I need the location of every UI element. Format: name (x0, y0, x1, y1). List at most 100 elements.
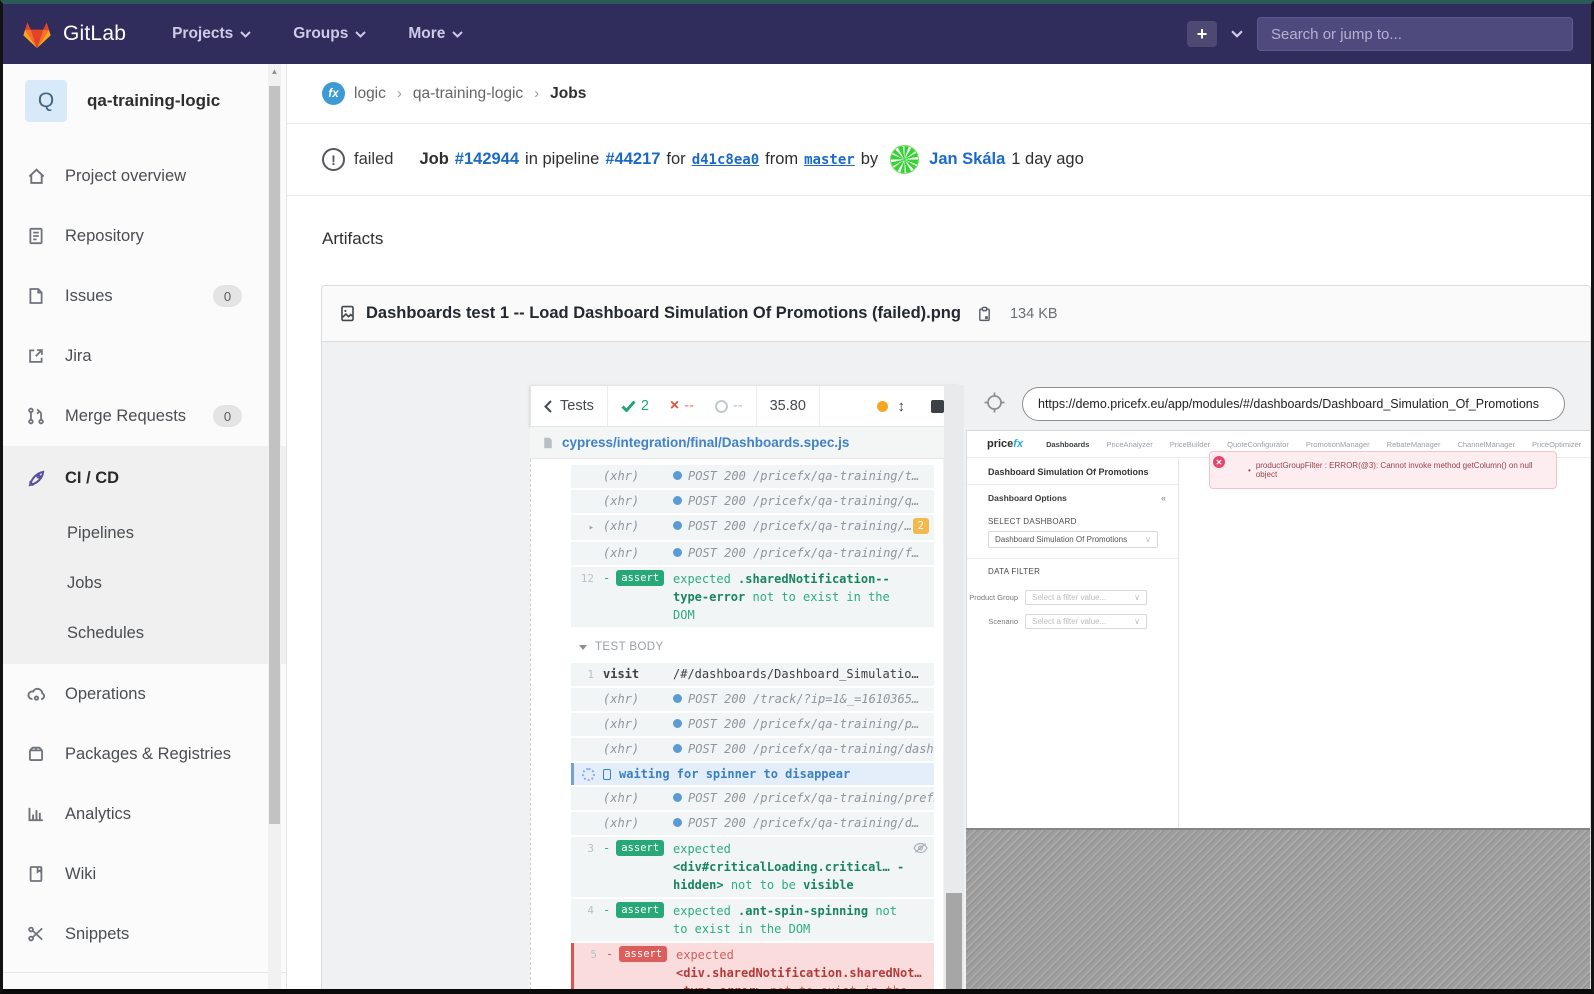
product-group-select[interactable]: Select a filter value... ∨ (1025, 590, 1147, 605)
xhr-dot-icon (673, 793, 682, 802)
chevron-down-icon[interactable] (1231, 30, 1243, 38)
sidebar-scrollbar[interactable]: ▲ (268, 64, 281, 989)
aut-scrollbar[interactable] (944, 385, 964, 989)
log-row-assert-pass[interactable]: 4 -assert expected .ant-spin-spinning no… (571, 899, 934, 941)
pipeline-id-link[interactable]: #44217 (605, 150, 660, 169)
artifact-file-name: Dashboards test 1 -- Load Dashboard Simu… (366, 304, 961, 323)
sidebar-item-pipelines[interactable]: Pipelines (3, 508, 286, 558)
log-row-xhr[interactable]: (xhr) POST 200 /pricefx/qa-training/q… (571, 490, 934, 513)
back-to-tests-button[interactable]: Tests (531, 386, 608, 426)
nav-groups[interactable]: Groups (293, 25, 366, 43)
log-row-xhr[interactable]: (xhr) POST 200 /pricefx/qa-training/p… (571, 713, 934, 736)
panel-collapse-icon[interactable]: « (1161, 493, 1166, 503)
scenario-label: Scenario (967, 617, 1025, 626)
nav-more[interactable]: More (408, 25, 463, 43)
chevron-down-icon (240, 31, 251, 38)
sidebar-item-ci-cd[interactable]: CI / CD (3, 448, 286, 508)
stop-button[interactable] (931, 400, 944, 413)
sidebar-item-schedules[interactable]: Schedules (3, 608, 286, 658)
job-status-row: ! failed Job #142944 in pipeline #44217 … (287, 124, 1591, 196)
home-icon (26, 167, 46, 186)
copy-clipboard-icon[interactable] (977, 306, 992, 322)
hidden-eye-icon (913, 842, 928, 854)
breadcrumb-current[interactable]: Jobs (550, 85, 586, 103)
author-link[interactable]: Jan Skála (929, 150, 1005, 169)
log-row-xhr-expandable[interactable]: ▸ (xhr) POST 200 /pricefx/qa-training/… … (571, 515, 934, 540)
sidebar-item-jobs[interactable]: Jobs (3, 558, 286, 608)
data-filter-label: DATA FILTER (967, 559, 1178, 581)
branch-link[interactable]: master (804, 152, 855, 168)
log-row-xhr[interactable]: (xhr) POST 200 /pricefx/qa-training/t… (571, 465, 934, 488)
gitlab-job-page: { "navbar": { "brand": "GitLab", "items"… (0, 0, 1594, 994)
sidebar-item-operations[interactable]: Operations (3, 664, 286, 724)
artifact-header: Dashboards test 1 -- Load Dashboard Simu… (322, 286, 1590, 342)
dashboard-select[interactable]: Dashboard Simulation Of Promotions ∨ (988, 531, 1158, 548)
app-under-test: pricefx Dashboards PriceAnalyzer PriceBu… (966, 430, 1590, 828)
chevron-down-icon (452, 31, 463, 38)
job-word: Job (419, 150, 448, 169)
breadcrumb: fx logic › qa-training-logic › Jobs (287, 64, 1591, 124)
log-row-assert-pass[interactable]: 12 -assert expected .sharedNotification-… (571, 567, 934, 627)
breadcrumb-group[interactable]: logic (354, 85, 386, 103)
log-row-xhr[interactable]: (xhr) POST 200 /pricefx/qa-training/d… (571, 812, 934, 835)
px-nav-rebatemanager[interactable]: RebateManager (1387, 440, 1441, 449)
sidebar-item-issues[interactable]: Issues 0 (3, 266, 286, 326)
px-nav-channelmanager[interactable]: ChannelManager (1457, 440, 1515, 449)
scroll-up-arrow[interactable]: ▲ (268, 64, 281, 79)
job-id-link[interactable]: #142944 (455, 150, 519, 169)
px-nav-dashboards[interactable]: Dashboards (1046, 440, 1089, 449)
scroll-updown-icon[interactable]: ↕ (898, 398, 906, 415)
px-nav-priceanalyzer[interactable]: PriceAnalyzer (1106, 440, 1152, 449)
selector-crosshair-icon[interactable] (984, 392, 1005, 413)
px-nav-priceoptimizer[interactable]: PriceOptimizer (1532, 440, 1581, 449)
sidebar-item-jira[interactable]: Jira (3, 326, 286, 386)
xhr-dot-icon (673, 694, 682, 703)
sidebar-item-wiki[interactable]: Wiki (3, 844, 286, 904)
aut-url-bar[interactable]: https://demo.pricefx.eu/app/modules/#/da… (1022, 387, 1565, 421)
sidebar-item-repository[interactable]: Repository (3, 206, 286, 266)
auto-scroll-indicator-icon[interactable] (877, 401, 888, 412)
breadcrumb-separator: › (397, 85, 402, 102)
log-row-xhr[interactable]: (xhr) POST 200 /pricefx/qa-training/f… (571, 542, 934, 565)
px-nav-pricebuilder[interactable]: PriceBuilder (1170, 440, 1210, 449)
sidebar-item-snippets[interactable]: Snippets (3, 904, 286, 964)
project-header[interactable]: Q qa-training-logic (3, 66, 286, 136)
log-row-assert-fail[interactable]: 5 -assert expected <div.sharedNotificati… (571, 943, 934, 989)
duplicate-count-badge: 2 (913, 518, 929, 534)
spec-file-link[interactable]: cypress/integration/final/Dashboards.spe… (562, 435, 849, 450)
log-row-xhr[interactable]: (xhr) POST 200 /pricefx/qa-training/dash… (571, 738, 934, 761)
assert-badge: assert (616, 570, 664, 586)
log-row-assert-pass[interactable]: 3 -assert expected <div#criticalLoading.… (571, 837, 934, 897)
sidebar-item-packages[interactable]: Packages & Registries (3, 724, 286, 784)
px-nav-quoteconfigurator[interactable]: QuoteConfigurator (1227, 440, 1289, 449)
error-close-icon[interactable]: ✕ (1213, 456, 1225, 468)
project-avatar: Q (25, 80, 67, 122)
ci-cd-section: CI / CD Pipelines Jobs Schedules (3, 446, 286, 664)
scenario-select[interactable]: Select a filter value... ∨ (1025, 614, 1147, 629)
cypress-toolbar: Tests 2 ×-- -- 35.80 (530, 385, 958, 427)
test-body-section-header[interactable]: TEST BODY (579, 641, 943, 653)
px-nav-promotionmanager[interactable]: PromotionManager (1306, 440, 1370, 449)
search-input[interactable] (1257, 17, 1573, 51)
log-row-xhr[interactable]: (xhr) POST 200 /pricefx/qa-training/pref… (571, 787, 934, 810)
log-row-xhr[interactable]: (xhr) POST 200 /track/?ip=1&_=1610365… (571, 688, 934, 711)
log-row-waiting-spinner[interactable]: waiting for spinner to disappear (571, 763, 934, 785)
external-link-icon (26, 347, 46, 365)
gitlab-brand[interactable]: GitLab (21, 19, 126, 49)
breadcrumb-separator: › (534, 85, 539, 102)
breadcrumb-project[interactable]: qa-training-logic (413, 85, 523, 103)
scrollbar-thumb[interactable] (269, 86, 280, 824)
sidebar-item-project-overview[interactable]: Project overview (3, 146, 286, 206)
author-avatar[interactable] (890, 145, 919, 174)
log-row-visit[interactable]: 1 visit /#/dashboards/Dashboard_Simulati… (571, 663, 934, 686)
sidebar-item-merge-requests[interactable]: Merge Requests 0 (3, 386, 286, 446)
sidebar-item-collapse[interactable]: Collapse sidebar (3, 972, 286, 989)
error-notification[interactable]: ✕ • productGroupFilter : ERROR(@3): Cann… (1209, 451, 1557, 489)
new-item-button[interactable]: + (1187, 21, 1217, 47)
xhr-dot-icon (673, 521, 682, 530)
aut-scrollbar-thumb[interactable] (946, 893, 962, 989)
commit-sha-link[interactable]: d41c8ea0 (692, 152, 759, 168)
hourglass-icon (603, 769, 611, 780)
sidebar-item-analytics[interactable]: Analytics (3, 784, 286, 844)
nav-projects[interactable]: Projects (172, 25, 251, 43)
